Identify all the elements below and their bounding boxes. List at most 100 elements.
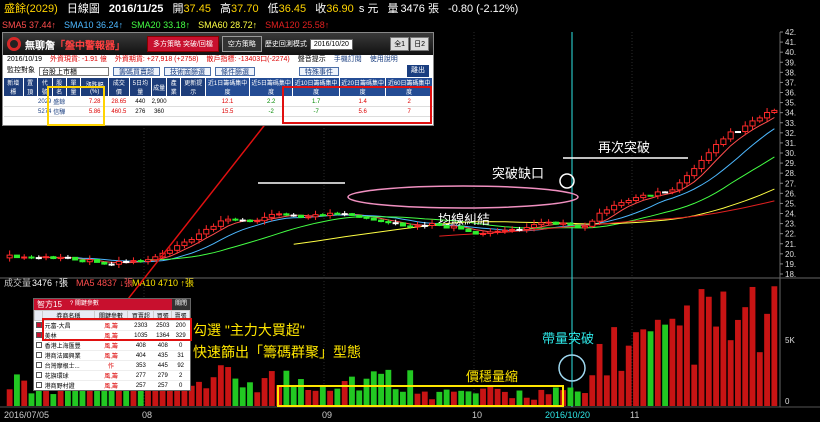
list-item[interactable]: 台灣摩根士... 作 353 445 92 [34,360,190,371]
volume-bar [370,371,377,406]
list-item[interactable]: 港商野村證 風,籌 257 257 0 [34,380,190,390]
info-date: 2016/10/19 [7,56,43,63]
list-item[interactable]: 花旗環球 風,籌 277 279 2 [34,370,190,381]
candle-body [713,144,720,154]
candle-body [414,225,421,228]
candle-body [152,256,159,261]
volume-bar [254,392,261,406]
candle-body [640,194,647,199]
price-tick-label: 24. [785,210,796,219]
unchecked-box-icon[interactable] [35,372,42,379]
candle-body [574,224,581,229]
close-label: 收 [315,3,327,15]
history-date-input[interactable]: 2016/10/20 [309,38,353,50]
row-checkbox[interactable] [34,350,43,361]
volume-bar [684,305,690,406]
tab-special-events[interactable]: 特殊事件 [299,66,339,76]
candle-body [676,182,683,191]
price-tick-label: 31. [785,139,796,148]
table-cell: 2 [171,370,190,381]
table-cell: 花旗環球 [42,370,95,381]
unchecked-box-icon[interactable] [35,362,42,369]
list-item[interactable]: 香港上海匯豐 風,籌 408 408 0 [34,340,190,351]
exit-button[interactable]: 離出 [407,65,429,77]
unchecked-box-icon[interactable] [35,382,42,389]
volume-bar [57,388,64,406]
table-cell: 92 [171,360,190,371]
row-checkbox[interactable] [34,370,43,381]
tab-technical[interactable]: 技術面篩選 [164,66,211,76]
volume-bar [618,370,625,406]
volume-bar [341,381,348,406]
col-header[interactable]: 成交價 [108,77,130,97]
price-tick-label: 25. [785,199,796,208]
col-header[interactable]: 新增標 [3,77,24,97]
list-item[interactable]: 港商法國興業 風,籌 404 435 31 [34,350,190,361]
period-label[interactable]: 日線圖 [67,3,100,15]
candle-body [545,221,552,224]
col-header[interactable]: 產業 [166,77,182,97]
col-header[interactable]: 近1日籌碼集中度 [205,77,250,97]
volume-bar [327,390,334,406]
volume-bar [662,324,669,406]
volume-bar [356,390,363,406]
table-cell: 0 [171,340,190,351]
checked-box-icon[interactable] [35,322,42,329]
candle-body [166,249,173,254]
annotation-filter-line2: 快速篩出「籌碼群聚」型態 [193,344,361,360]
candle-body [203,228,210,235]
candle-body [611,204,618,211]
history-mode-label[interactable]: 歷史回測模式 [265,39,307,49]
price-tick-label: 33. [785,119,796,128]
candle-body [764,111,771,119]
candle-body [79,259,86,263]
row-checkbox[interactable] [34,340,43,351]
candle-body [698,159,705,170]
phone-subscribe-link[interactable]: 手機訂閱 [334,55,362,65]
tab-chip-trade[interactable]: 籌碼買賣超 [113,66,160,76]
long-strategy-button[interactable]: 多方策略 突破/回檔 [147,36,219,52]
side-button-2[interactable]: 日2 [410,37,429,51]
candle-body [603,209,610,214]
candle-body [108,263,115,266]
col-header[interactable]: 置頂 [22,77,38,97]
row-checkbox[interactable] [34,360,43,371]
candle-body [319,214,326,217]
volume-bar [210,377,217,406]
market-info-row: 2016/10/19 外資現貨: -1.91 億 外資期貨: +27,918 (… [3,55,433,65]
col-header[interactable]: 更新提示 [180,77,207,97]
checked-box-icon[interactable] [35,332,42,339]
candle-body [552,221,559,225]
candle-body [509,228,516,231]
market-select[interactable]: 台股上市櫃 [39,66,109,76]
volume-bar [691,364,698,406]
filter-close-button[interactable]: 關閉 [171,299,190,310]
candle-body [392,222,399,225]
sound-toggle[interactable]: 聲音提示 [298,55,326,65]
side-button-1[interactable]: 全1 [390,37,410,51]
table-cell: 港商野村證 [42,380,95,390]
short-strategy-button[interactable]: 空方策略 [221,36,262,52]
candle-body [632,197,640,201]
volume-bar [603,375,610,406]
table-cell: 15.5 [205,106,250,117]
filter-hint[interactable]: ? 關鍵參數 [70,299,99,310]
volume-bar [582,393,588,406]
unchecked-box-icon[interactable] [35,342,42,349]
price-tick-label: 20. [785,250,796,259]
unchecked-box-icon[interactable] [35,352,42,359]
price-tick-label: 29. [785,159,796,168]
ma-legend-sma120: SMA120 25.58↑ [265,20,330,30]
row-checkbox[interactable] [34,380,43,390]
col-header[interactable]: 5日均量 [128,77,153,97]
high-value: 37.70 [231,3,259,15]
candle-body [341,213,348,216]
tab-condition[interactable]: 條件篩選 [215,66,255,76]
candle-body [465,228,472,233]
manual-link[interactable]: 使用說明 [370,55,398,65]
broker-filter-popup[interactable]: 智方15 ? 關鍵參數 關閉 券商名稱 關鍵參數 買賣超 買張 賣張 元富-大昌 風,籌 2… [33,298,191,391]
candle-body [334,212,341,215]
volume-bar [305,389,312,406]
col-header[interactable]: 成量 [151,77,168,97]
volume-bar [480,388,486,406]
